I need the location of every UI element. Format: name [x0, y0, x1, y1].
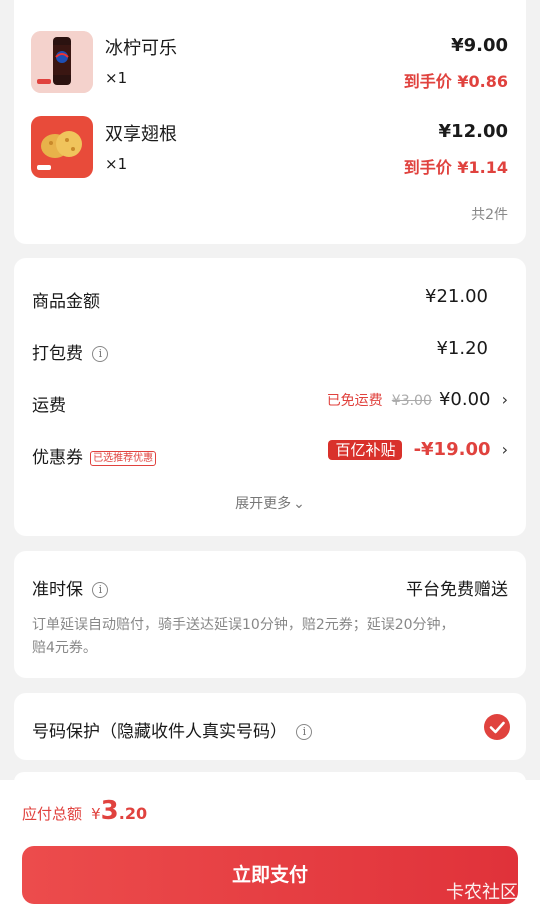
privacy-label: 号码保护（隐藏收件人真实号码） i — [32, 717, 313, 742]
ontime-desc-2: 赔4元券。 — [32, 640, 97, 656]
items-count: 共2件 — [471, 207, 508, 223]
total-int: 3 — [100, 796, 119, 826]
item-thumbnail-chicken — [31, 116, 93, 178]
chevron-right-icon: › — [501, 390, 508, 409]
item-qty: ×1 — [105, 69, 128, 87]
coupon-recommended-tag: 已选推荐优惠 — [90, 451, 157, 466]
ontime-desc-1: 订单延误自动赔付，骑手送达延误10分钟，赔2元券；延误20分钟， — [32, 617, 455, 633]
order-items-card: 冰柠可乐 ×1 ¥9.00 到手价 ¥0.86 双享翅根 ×1 ¥12.00 到… — [14, 0, 526, 244]
ontime-free-gift: 平台免费赠送 — [406, 580, 508, 600]
ontime-card: 准时保 i 平台免费赠送 订单延误自动赔付，骑手送达延误10分钟，赔2元券；延误… — [14, 551, 526, 678]
item-net-price: 到手价 ¥0.86 — [403, 72, 508, 91]
chevron-down-icon: ⌄ — [293, 496, 305, 512]
total-dec: .20 — [118, 804, 148, 823]
goods-amount-value: ¥21.00 — [425, 286, 488, 307]
watermark: 卡农社区 — [446, 882, 518, 903]
item-thumbnail-cola — [31, 31, 93, 93]
total-amount: 应付总额 ¥3.20 — [22, 796, 147, 826]
packing-fee-label: 打包费 i — [32, 339, 109, 364]
item-name: 双享翅根 — [105, 124, 177, 145]
delivery-fee-label: 运费 — [32, 396, 66, 416]
delivery-fee-value: ¥0.00 — [438, 389, 491, 410]
privacy-checkbox[interactable] — [484, 714, 510, 740]
item-price: ¥12.00 — [438, 121, 508, 142]
pay-now-button[interactable]: 立即支付 — [22, 846, 518, 904]
item-net-price: 到手价 ¥1.14 — [403, 158, 508, 177]
item-qty: ×1 — [105, 155, 128, 173]
privacy-card: 号码保护（隐藏收件人真实号码） i — [14, 693, 526, 760]
delivery-original-price: ¥3.00 — [391, 393, 432, 409]
info-icon[interactable]: i — [296, 724, 313, 740]
coupon-label: 优惠券 — [32, 448, 83, 468]
coupon-label-row: 优惠券 已选推荐优惠 — [32, 443, 157, 468]
coupon-value: -¥19.00 — [413, 439, 491, 460]
total-currency: ¥ — [91, 805, 101, 823]
item-name: 冰柠可乐 — [105, 38, 177, 59]
expand-more-button[interactable]: 展开更多 ⌄ — [14, 493, 526, 513]
total-label: 应付总额 — [22, 805, 83, 823]
info-icon[interactable]: i — [92, 582, 109, 598]
coupon-row[interactable]: 百亿补贴 -¥19.00 › — [328, 439, 508, 461]
item-price: ¥9.00 — [451, 35, 508, 56]
fees-card: 商品金额 ¥21.00 打包费 i ¥1.20 运费 已免运费 ¥3.00 ¥0… — [14, 258, 526, 536]
info-icon[interactable]: i — [92, 346, 109, 362]
subsidy-badge: 百亿补贴 — [328, 440, 403, 460]
ontime-title: 准时保 i — [32, 575, 109, 600]
chevron-right-icon: › — [501, 440, 508, 459]
checkmark-icon — [489, 721, 505, 734]
delivery-fee-row[interactable]: 已免运费 ¥3.00 ¥0.00 › — [327, 389, 508, 410]
packing-fee-value: ¥1.20 — [436, 338, 488, 359]
goods-amount-label: 商品金额 — [32, 292, 100, 312]
free-delivery-tag: 已免运费 — [326, 393, 383, 409]
